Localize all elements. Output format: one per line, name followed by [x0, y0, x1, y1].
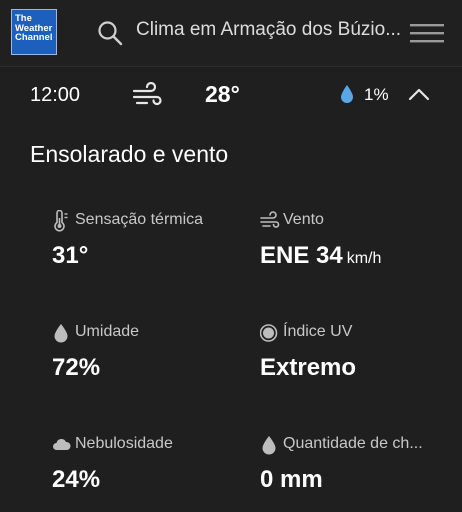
- search-location-field[interactable]: Clima em Armação dos Búzio...: [136, 19, 401, 41]
- hamburger-menu-icon[interactable]: [410, 22, 444, 44]
- wind-icon: [260, 211, 280, 228]
- humidity-value: 72%: [52, 354, 101, 381]
- rain-amount-detail: Quantidade de ch... 0 mm: [260, 434, 460, 494]
- condition-text: Ensolarado e vento: [30, 141, 229, 167]
- wind-label: Vento: [283, 211, 324, 228]
- humidity-label: Umidade: [75, 323, 140, 340]
- uv-index-value: Extremo: [260, 354, 357, 381]
- precip-chance: 1%: [364, 85, 389, 104]
- feels-like-label: Sensação térmica: [75, 211, 204, 228]
- cloud-icon: [53, 438, 71, 450]
- search-icon[interactable]: [97, 20, 123, 46]
- app-header: The Weather Channel Clima em Armação dos…: [0, 0, 462, 67]
- uv-index-detail: Índice UV Extremo: [260, 322, 460, 382]
- hour-time: 12:00: [30, 84, 81, 106]
- humidity-detail: Umidade 72%: [52, 322, 252, 382]
- cloud-cover-label: Nebulosidade: [75, 435, 173, 452]
- hour-temperature: 28°: [205, 81, 240, 107]
- cloud-cover-detail: Nebulosidade 24%: [52, 434, 252, 494]
- rain-amount-label: Quantidade de ch...: [283, 435, 423, 452]
- uv-index-label: Índice UV: [283, 323, 353, 340]
- rain-amount-value: 0 mm: [260, 466, 323, 493]
- logo-line-3: Channel: [15, 32, 53, 43]
- wind-unit: km/h: [346, 250, 382, 267]
- weather-channel-logo[interactable]: The Weather Channel: [11, 9, 57, 55]
- feels-like-value: 31°: [52, 242, 89, 269]
- wind-value-row: ENE 34 km/h: [260, 242, 460, 270]
- feels-like-detail: Sensação térmica 31°: [52, 210, 252, 270]
- wind-icon: [132, 82, 162, 106]
- uv-sun-icon: [260, 324, 278, 342]
- raindrop-icon: [341, 85, 353, 103]
- wind-value: ENE 34: [260, 242, 343, 269]
- wind-detail: Vento ENE 34 km/h: [260, 210, 460, 270]
- chevron-up-icon[interactable]: [408, 86, 430, 102]
- droplet-icon: [54, 324, 68, 343]
- droplet-icon: [262, 436, 276, 455]
- thermometer-icon: [54, 210, 68, 232]
- cloud-cover-value: 24%: [52, 466, 101, 493]
- hour-summary-row[interactable]: 12:00 28° 1%: [0, 66, 462, 126]
- hourly-detail-page: The Weather Channel Clima em Armação dos…: [0, 0, 462, 512]
